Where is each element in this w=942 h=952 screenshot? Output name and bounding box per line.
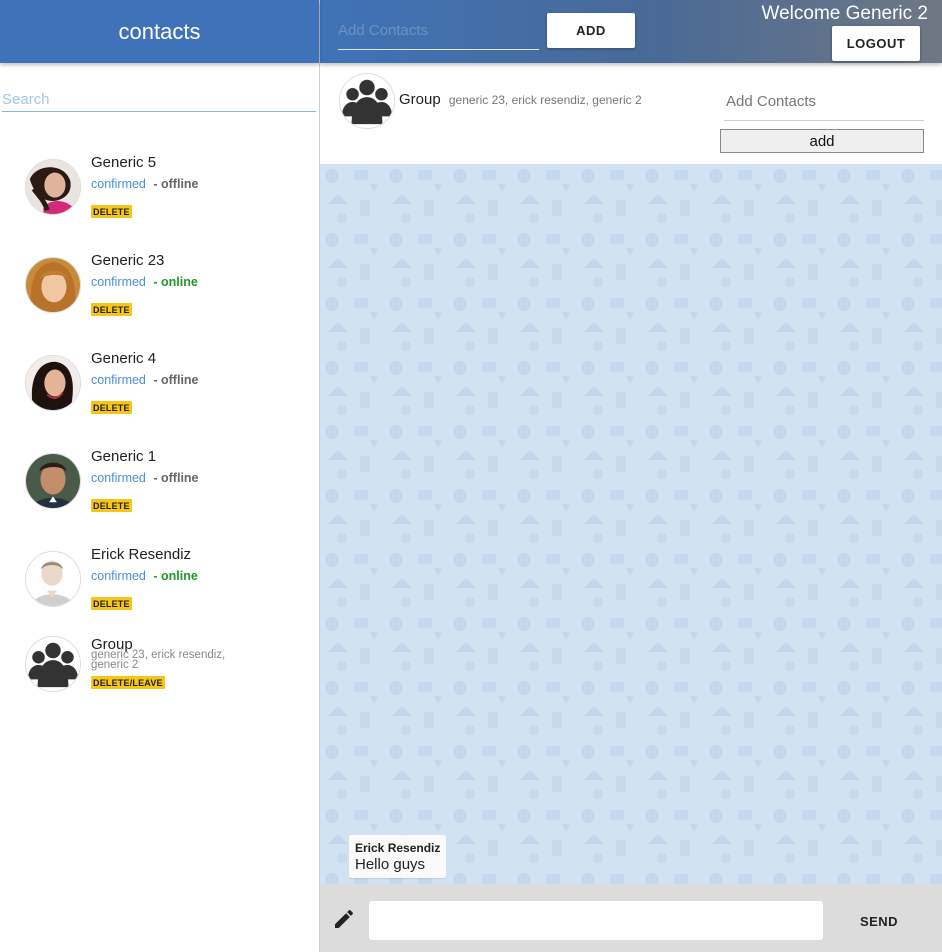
avatar — [25, 159, 81, 215]
top-bar: ADD Welcome Generic 2 LOGOUT — [320, 0, 942, 63]
contact-name: Generic 4 — [91, 350, 157, 367]
delete-contact-button[interactable]: DELETE — [91, 499, 132, 512]
contact-name: Generic 5 — [91, 154, 157, 171]
contact-presence: - offline — [153, 471, 199, 485]
sidebar-title: contacts — [0, 0, 319, 63]
group-add-contact-button[interactable]: add — [720, 129, 924, 153]
message-sender: Erick Resendiz — [355, 841, 441, 855]
contact-status: confirmed — [91, 275, 146, 289]
contact-list: Generic 5 confirmed - offline DELETE Gen… — [0, 146, 319, 734]
add-contact-button[interactable]: ADD — [547, 13, 635, 48]
contact-status: confirmed — [91, 373, 146, 387]
contact-presence: - online — [153, 569, 198, 583]
contact-name: Generic 23 — [91, 252, 165, 269]
delete-contact-button[interactable]: DELETE — [91, 401, 132, 414]
chat-background-pattern — [320, 164, 942, 884]
contact-status-line: confirmed - offline — [91, 177, 199, 191]
contacts-sidebar: contacts Generic 5 confirmed - offline D… — [0, 0, 320, 952]
chat-message: Erick Resendiz Hello guys — [349, 835, 447, 878]
group-item[interactable]: Group generic 23, erick resendiz, generi… — [0, 636, 319, 734]
pencil-icon — [335, 909, 354, 928]
group-icon — [26, 637, 80, 691]
contact-status-line: confirmed - offline — [91, 373, 199, 387]
message-input[interactable] — [369, 901, 823, 940]
delete-contact-button[interactable]: DELETE — [91, 303, 132, 316]
contact-item[interactable]: Generic 4 confirmed - offline DELETE — [0, 342, 319, 440]
avatar-photo-icon — [26, 356, 80, 410]
contact-name: Generic 1 — [91, 448, 157, 465]
avatar-photo-icon — [26, 454, 80, 508]
group-add-contact-input[interactable] — [724, 83, 924, 121]
contact-status-line: confirmed - offline — [91, 471, 199, 485]
contact-item[interactable]: Generic 1 confirmed - offline DELETE — [0, 440, 319, 538]
avatar — [25, 453, 81, 509]
contact-status: confirmed — [91, 471, 146, 485]
send-button[interactable]: SEND — [840, 904, 918, 938]
chat-header: Group generic 23, erick resendiz, generi… — [320, 63, 942, 164]
logout-button[interactable]: LOGOUT — [832, 26, 920, 61]
chat-title-line: Group generic 23, erick resendiz, generi… — [399, 91, 642, 108]
avatar-photo-icon — [26, 258, 80, 312]
avatar — [25, 551, 81, 607]
chat-title: Group — [399, 91, 441, 108]
group-members: generic 23, erick resendiz, generic 2 — [91, 649, 226, 671]
message-text: Hello guys — [355, 856, 426, 873]
contact-presence: - offline — [153, 177, 199, 191]
chat-avatar — [339, 73, 395, 129]
contact-name: Erick Resendiz — [91, 546, 192, 563]
contact-presence: - offline — [153, 373, 199, 387]
search-input[interactable] — [2, 89, 316, 112]
delete-contact-button[interactable]: DELETE — [91, 597, 132, 610]
avatar-photo-icon — [26, 160, 80, 214]
contact-status: confirmed — [91, 177, 146, 191]
chat-messages-area[interactable]: Erick Resendiz Hello guys — [320, 164, 942, 884]
message-composer: SEND — [320, 884, 942, 952]
contact-item[interactable]: Erick Resendiz confirmed - online DELETE — [0, 538, 319, 636]
contact-item[interactable]: Generic 5 confirmed - offline DELETE — [0, 146, 319, 244]
welcome-text: Welcome Generic 2 — [761, 3, 929, 24]
add-contact-input[interactable] — [338, 12, 539, 50]
delete-contact-button[interactable]: DELETE — [91, 205, 132, 218]
contact-status: confirmed — [91, 569, 146, 583]
group-icon — [340, 74, 394, 128]
avatar — [25, 636, 81, 692]
contact-status-line: confirmed - online — [91, 569, 198, 583]
contact-item[interactable]: Generic 23 confirmed - online DELETE — [0, 244, 319, 342]
contact-status-line: confirmed - online — [91, 275, 198, 289]
avatar — [25, 257, 81, 313]
avatar — [25, 355, 81, 411]
contact-presence: - online — [153, 275, 198, 289]
delete-leave-group-button[interactable]: DELETE/LEAVE — [91, 676, 165, 689]
chat-members: generic 23, erick resendiz, generic 2 — [448, 93, 642, 107]
default-user-icon — [26, 552, 80, 606]
